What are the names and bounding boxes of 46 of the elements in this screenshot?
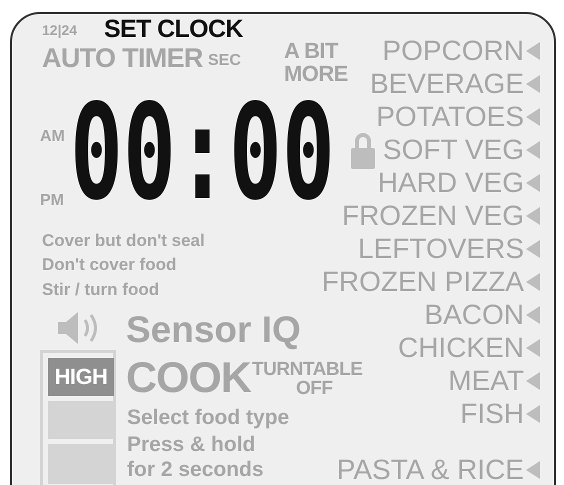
food-menu-label: POPCORN — [382, 34, 524, 67]
food-menu-label: MEAT — [448, 364, 524, 397]
food-menu-label: SOFT VEG — [382, 133, 524, 166]
instruction-text: Don't cover food — [42, 255, 176, 275]
instruction-text: Cover but don't seal — [42, 231, 205, 251]
food-menu-label: FROZEN VEG — [342, 199, 524, 232]
clock-format-label: 12|24 — [42, 22, 78, 38]
sec-label: SEC — [208, 52, 241, 70]
turntable-label: OFF — [296, 379, 333, 399]
pointer-triangle-icon — [526, 372, 540, 390]
pointer-triangle-icon — [526, 42, 540, 60]
pointer-triangle-icon — [526, 206, 540, 224]
pointer-triangle-icon — [526, 338, 540, 356]
power-level-cell: HIGH — [48, 358, 114, 396]
am-label: AM — [40, 128, 65, 146]
food-menu-label: LEFTOVERS — [358, 232, 524, 265]
pointer-triangle-icon — [526, 174, 540, 192]
turntable-label: TURNTABLE — [252, 360, 362, 380]
set-clock-label: SET CLOCK — [104, 15, 243, 43]
clock-time: 00:00 — [70, 84, 335, 222]
pointer-triangle-icon — [526, 240, 540, 258]
food-menu-label: BEVERAGE — [370, 67, 524, 100]
prompt-text: for 2 seconds — [127, 458, 264, 482]
pointer-triangle-icon — [526, 272, 540, 290]
instruction-text: Stir / turn food — [42, 280, 160, 300]
pm-label: PM — [40, 192, 64, 210]
food-menu-label: PASTA & RICE — [336, 453, 524, 485]
a-bit-more-label: MORE — [284, 63, 348, 85]
auto-timer-label: AUTO TIMER — [42, 44, 203, 72]
pointer-triangle-icon — [526, 460, 540, 478]
sensor-iq-label: Sensor IQ — [126, 310, 301, 350]
food-menu-label: BACON — [424, 298, 524, 331]
pointer-triangle-icon — [526, 108, 540, 126]
prompt-text: Select food type — [127, 406, 290, 430]
pointer-triangle-icon — [526, 404, 540, 422]
a-bit-more-label: A BIT — [284, 40, 338, 62]
food-menu-label: FROZEN PIZZA — [322, 265, 524, 298]
cook-label: COOK — [126, 356, 251, 400]
food-menu-label: FISH — [460, 397, 524, 430]
prompt-text: Press & hold — [127, 433, 256, 457]
pointer-triangle-icon — [526, 306, 540, 324]
food-menu-label: POTATOES — [376, 100, 524, 133]
food-menu-label: HARD VEG — [378, 166, 524, 199]
food-menu-label: CHICKEN — [398, 331, 524, 364]
pointer-triangle-icon — [526, 74, 540, 92]
pointer-triangle-icon — [526, 140, 540, 158]
